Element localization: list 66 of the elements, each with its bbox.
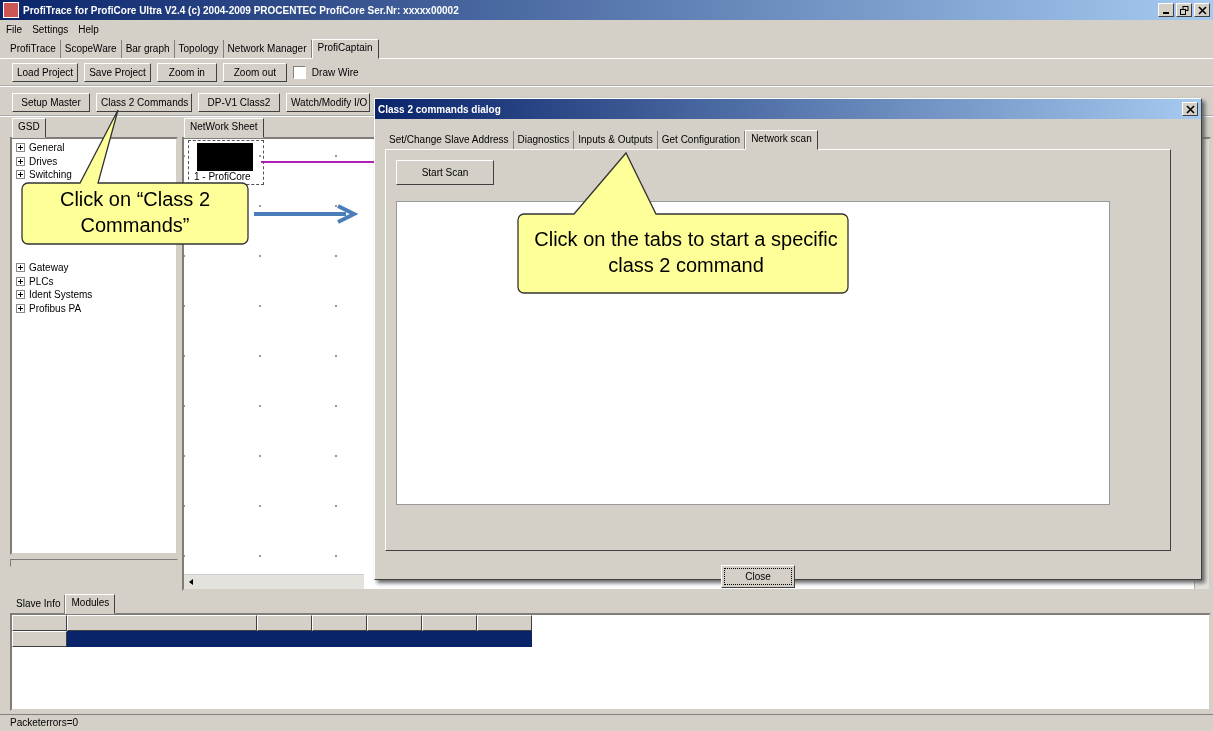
- tree-item[interactable]: Switching: [29, 168, 72, 180]
- expand-icon[interactable]: [16, 263, 25, 273]
- menu-item[interactable]: File: [6, 23, 23, 35]
- column-header[interactable]: [257, 615, 312, 631]
- tab[interactable]: GSD: [12, 118, 46, 138]
- command-button[interactable]: Watch/Modify I/O: [286, 92, 370, 112]
- close-dialog-button[interactable]: Close: [721, 565, 795, 588]
- start-scan-button[interactable]: Start Scan: [396, 160, 494, 185]
- scroll-left-icon[interactable]: [187, 578, 195, 586]
- app-icon: [3, 2, 19, 18]
- tab[interactable]: Bar graph: [121, 40, 175, 58]
- tab[interactable]: Set/Change Slave Address: [385, 131, 514, 149]
- tab[interactable]: Network Manager: [223, 40, 312, 58]
- tab[interactable]: Inputs & Outputs: [574, 131, 658, 149]
- tab[interactable]: ProfiCaptain: [311, 39, 379, 59]
- menu-item[interactable]: Settings: [32, 23, 69, 35]
- window-title: ProfiTrace for ProfiCore Ultra V2.4 (c) 2004-2009 PROCENTEC ProfiCore Ser.Nr: xxxxx00002: [23, 4, 460, 16]
- device-logo: [197, 143, 253, 171]
- expand-icon[interactable]: [16, 276, 25, 286]
- expand-icon[interactable]: [16, 156, 25, 166]
- checkbox[interactable]: [292, 65, 306, 79]
- column-header[interactable]: [422, 615, 477, 631]
- callout-text: Click on “Class 2 Commands”: [58, 187, 211, 238]
- tab[interactable]: Network scan: [745, 130, 818, 150]
- tab[interactable]: Diagnostics: [513, 131, 575, 149]
- command-button[interactable]: Setup Master: [12, 92, 90, 112]
- close-button[interactable]: [1194, 3, 1210, 17]
- toolbar-button[interactable]: Zoom out: [222, 62, 287, 82]
- row-header[interactable]: [12, 631, 67, 647]
- column-header[interactable]: [477, 615, 532, 631]
- command-button[interactable]: DP-V1 Class2: [198, 92, 280, 112]
- expand-icon[interactable]: [16, 290, 25, 300]
- tree-item[interactable]: PLCs: [29, 275, 54, 287]
- tree-item[interactable]: Profibus PA: [29, 302, 82, 314]
- status-text: Packeterrors=0: [10, 717, 79, 728]
- tab[interactable]: NetWork Sheet: [184, 118, 264, 138]
- column-header[interactable]: [67, 615, 257, 631]
- dialog-title: Class 2 commands dialog: [378, 103, 502, 115]
- menu-item[interactable]: Help: [78, 23, 99, 35]
- toolbar-button[interactable]: Save Project: [84, 62, 151, 82]
- tab[interactable]: ScopeWare: [60, 40, 122, 58]
- checkbox-label: Draw Wire: [311, 66, 359, 78]
- tab[interactable]: Topology: [174, 40, 224, 58]
- column-header[interactable]: [367, 615, 422, 631]
- command-button[interactable]: Class 2 Commands: [96, 92, 192, 112]
- tree-item[interactable]: Drives: [29, 155, 58, 167]
- toolbar-button[interactable]: Zoom in: [156, 62, 217, 82]
- device-node[interactable]: 1 - ProfiCore: [188, 140, 264, 185]
- arrow-icon: [254, 204, 358, 224]
- tree-item[interactable]: General: [29, 142, 65, 154]
- horizontal-scrollbar[interactable]: [184, 574, 364, 589]
- column-header[interactable]: [312, 615, 367, 631]
- tab[interactable]: ProfiTrace: [6, 40, 61, 58]
- toolbar-button[interactable]: Load Project: [12, 62, 79, 82]
- expand-icon[interactable]: [16, 303, 25, 313]
- expand-icon[interactable]: [16, 143, 25, 153]
- close-button[interactable]: [1182, 102, 1198, 116]
- restore-button[interactable]: [1176, 3, 1192, 17]
- minimize-button[interactable]: [1158, 3, 1174, 17]
- tree-item[interactable]: Ident Systems: [29, 289, 93, 301]
- tree-item[interactable]: Gateway: [29, 262, 69, 274]
- restore-icon: [1179, 5, 1189, 15]
- expand-icon[interactable]: [16, 169, 25, 179]
- callout-text: Click on the tabs to start a specific class 2 command: [533, 227, 839, 278]
- tab[interactable]: Modules: [65, 594, 116, 614]
- minimize-icon: [1163, 12, 1169, 14]
